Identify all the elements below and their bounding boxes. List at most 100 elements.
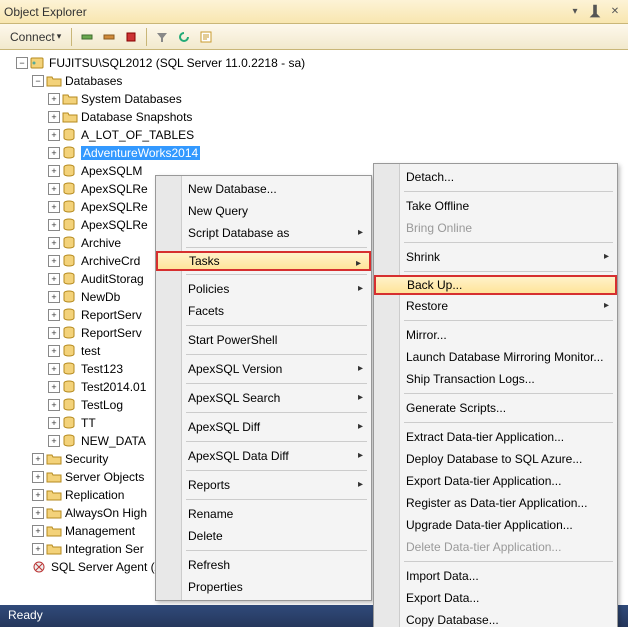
database-icon xyxy=(62,236,78,250)
menu-item-export-data[interactable]: Export Data... xyxy=(374,587,617,609)
menu-item-apexsql-diff[interactable]: ApexSQL Diff▸ xyxy=(156,416,371,438)
database-icon xyxy=(62,416,78,430)
database-icon xyxy=(62,200,78,214)
tree-snapshots-node[interactable]: + Database Snapshots xyxy=(0,108,628,126)
menu-item-policies[interactable]: Policies▸ xyxy=(156,278,371,300)
menu-item-start-powershell[interactable]: Start PowerShell xyxy=(156,329,371,351)
folder-label: Replication xyxy=(65,488,124,502)
db-label: ApexSQLRe xyxy=(81,182,148,196)
tree-db-node[interactable]: +AdventureWorks2014 xyxy=(0,144,628,162)
menu-item-properties[interactable]: Properties xyxy=(156,576,371,598)
menu-item-bring-online: Bring Online xyxy=(374,217,617,239)
agent-icon xyxy=(32,560,48,574)
database-icon xyxy=(62,308,78,322)
refresh-icon[interactable] xyxy=(175,28,193,46)
menu-item-import-data[interactable]: Import Data... xyxy=(374,565,617,587)
menu-item-rename[interactable]: Rename xyxy=(156,503,371,525)
database-icon xyxy=(62,272,78,286)
database-icon xyxy=(62,290,78,304)
menu-item-deploy-azure[interactable]: Deploy Database to SQL Azure... xyxy=(374,448,617,470)
connect-label: Connect xyxy=(10,30,55,44)
disconnect-icon[interactable] xyxy=(100,28,118,46)
menu-item-shrink[interactable]: Shrink▸ xyxy=(374,246,617,268)
folder-label: Integration Ser xyxy=(65,542,144,556)
menu-item-upgrade-dta[interactable]: Upgrade Data-tier Application... xyxy=(374,514,617,536)
databases-label: Databases xyxy=(65,74,122,88)
database-icon xyxy=(62,182,78,196)
db-label: ReportServ xyxy=(81,308,142,322)
script-icon[interactable] xyxy=(197,28,215,46)
folder-icon xyxy=(46,74,62,88)
tree-databases-node[interactable]: − Databases xyxy=(0,72,628,90)
tree-sysdb-node[interactable]: + System Databases xyxy=(0,90,628,108)
menu-item-copy-database[interactable]: Copy Database... xyxy=(374,609,617,627)
menu-item-take-offline[interactable]: Take Offline xyxy=(374,195,617,217)
folder-icon xyxy=(46,506,62,520)
db-label: ApexSQLRe xyxy=(81,200,148,214)
database-icon xyxy=(62,146,78,160)
menu-item-script-database[interactable]: Script Database as▸ xyxy=(156,222,371,244)
database-icon xyxy=(62,434,78,448)
menu-item-generate-scripts[interactable]: Generate Scripts... xyxy=(374,397,617,419)
menu-item-new-query[interactable]: New Query xyxy=(156,200,371,222)
folder-icon xyxy=(46,488,62,502)
menu-item-delete-dta: Delete Data-tier Application... xyxy=(374,536,617,558)
database-icon xyxy=(62,362,78,376)
database-icon xyxy=(62,344,78,358)
menu-item-facets[interactable]: Facets xyxy=(156,300,371,322)
folder-icon xyxy=(62,110,78,124)
context-menu-database: New Database... New Query Script Databas… xyxy=(155,175,372,601)
server-label: FUJITSU\SQL2012 (SQL Server 11.0.2218 - … xyxy=(49,56,305,70)
connect-icon[interactable] xyxy=(78,28,96,46)
pin-icon[interactable] xyxy=(586,4,604,20)
db-label: ApexSQLRe xyxy=(81,218,148,232)
menu-item-tasks[interactable]: Tasks▸ xyxy=(156,251,371,271)
menu-item-apexsql-version[interactable]: ApexSQL Version▸ xyxy=(156,358,371,380)
folder-icon xyxy=(46,524,62,538)
toolbar: Connect ▾ xyxy=(0,24,628,50)
menu-item-launch-mirror-monitor[interactable]: Launch Database Mirroring Monitor... xyxy=(374,346,617,368)
menu-item-mirror[interactable]: Mirror... xyxy=(374,324,617,346)
db-label: AuditStorag xyxy=(81,272,144,286)
close-icon[interactable]: ✕ xyxy=(606,4,624,20)
database-icon xyxy=(62,398,78,412)
menu-item-extract-dta[interactable]: Extract Data-tier Application... xyxy=(374,426,617,448)
menu-item-detach[interactable]: Detach... xyxy=(374,166,617,188)
db-label: NewDb xyxy=(81,290,120,304)
menu-item-new-database[interactable]: New Database... xyxy=(156,178,371,200)
menu-item-backup[interactable]: Back Up... xyxy=(374,275,617,295)
menu-item-register-dta[interactable]: Register as Data-tier Application... xyxy=(374,492,617,514)
panel-title: Object Explorer xyxy=(4,5,564,19)
database-icon xyxy=(62,326,78,340)
folder-label: Security xyxy=(65,452,108,466)
stop-icon[interactable] xyxy=(122,28,140,46)
db-label: Test123 xyxy=(81,362,123,376)
menu-item-ship-transaction-logs[interactable]: Ship Transaction Logs... xyxy=(374,368,617,390)
menu-item-apexsql-search[interactable]: ApexSQL Search▸ xyxy=(156,387,371,409)
menu-item-restore[interactable]: Restore▸ xyxy=(374,295,617,317)
tree-server-node[interactable]: − FUJITSU\SQL2012 (SQL Server 11.0.2218 … xyxy=(0,54,628,72)
folder-icon xyxy=(46,542,62,556)
menu-item-reports[interactable]: Reports▸ xyxy=(156,474,371,496)
database-icon xyxy=(62,380,78,394)
database-icon xyxy=(62,218,78,232)
db-label: TT xyxy=(81,416,96,430)
dropdown-icon[interactable]: ▾ xyxy=(566,4,584,20)
folder-icon xyxy=(62,92,78,106)
menu-item-apexsql-datadiff[interactable]: ApexSQL Data Diff▸ xyxy=(156,445,371,467)
titlebar: Object Explorer ▾ ✕ xyxy=(0,0,628,24)
context-menu-tasks: Detach... Take Offline Bring Online Shri… xyxy=(373,163,618,627)
connect-button[interactable]: Connect ▾ xyxy=(6,29,65,45)
database-icon xyxy=(62,254,78,268)
menu-item-refresh[interactable]: Refresh xyxy=(156,554,371,576)
database-icon xyxy=(62,164,78,178)
folder-icon xyxy=(46,452,62,466)
filter-icon[interactable] xyxy=(153,28,171,46)
db-label: ReportServ xyxy=(81,326,142,340)
menu-item-delete[interactable]: Delete xyxy=(156,525,371,547)
database-icon xyxy=(62,128,78,142)
tree-db-node[interactable]: +A_LOT_OF_TABLES xyxy=(0,126,628,144)
db-label: A_LOT_OF_TABLES xyxy=(81,128,194,142)
db-label: Test2014.01 xyxy=(81,380,146,394)
menu-item-export-dta[interactable]: Export Data-tier Application... xyxy=(374,470,617,492)
